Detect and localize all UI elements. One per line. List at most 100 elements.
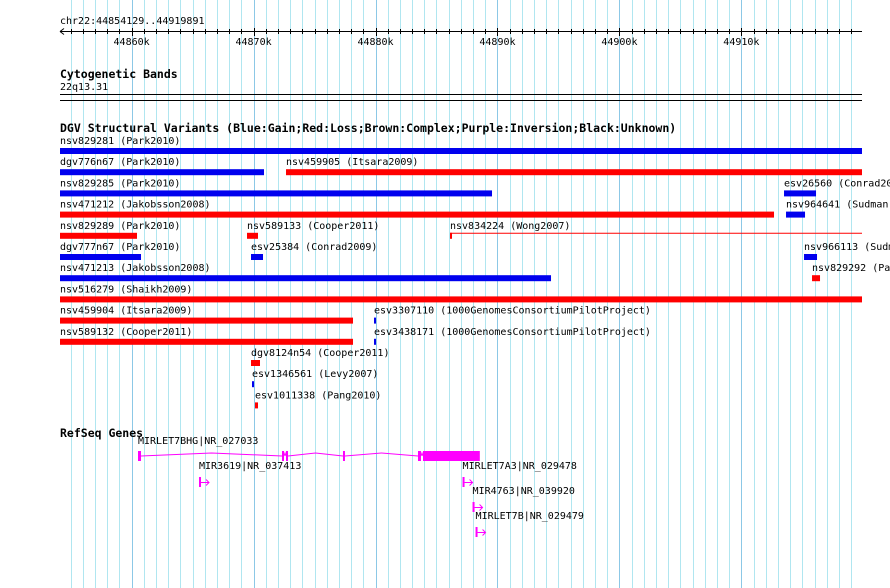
variant-bar	[804, 254, 818, 260]
gene-label: MIR3619|NR_037413	[199, 461, 301, 472]
variant-feature[interactable]: dgv777n67 (Park2010)	[60, 242, 180, 260]
variant-bar	[812, 275, 821, 282]
variant-feature[interactable]: esv3307110 (1000GenomesConsortiumPilotPr…	[374, 306, 651, 324]
track-title-dgv: DGV Structural Variants (Blue:Gain;Red:L…	[60, 121, 676, 135]
ruler-tick-label: 44910k	[723, 37, 759, 48]
variant-bar	[60, 211, 775, 218]
intron-line	[344, 452, 419, 457]
variant-label: nsv589133 (Cooper2011)	[247, 221, 379, 232]
gene-label: MIR4763|NR_039920	[473, 486, 575, 497]
gene-label: MIRLET7BHG|NR_027033	[138, 436, 258, 447]
variant-label: esv26560 (Conrad20	[784, 178, 890, 189]
variant-bar	[374, 338, 377, 345]
variant-feature[interactable]: nsv589132 (Cooper2011)	[60, 327, 354, 345]
variant-label: dgv777n67 (Park2010)	[60, 242, 180, 253]
variant-label: nsv459905 (Itsara2009)	[286, 157, 418, 168]
variant-bar	[60, 169, 265, 176]
gene-feature[interactable]: MIRLET7BHG|NR_027033	[138, 436, 480, 461]
gene-start-mark	[462, 477, 465, 487]
variant-feature[interactable]: dgv776n67 (Park2010)	[60, 157, 265, 176]
variant-feature[interactable]: nsv964641 (Sudman	[786, 200, 888, 218]
variant-feature[interactable]: esv26560 (Conrad20	[784, 178, 890, 197]
variant-bar	[60, 148, 862, 154]
variant-bar	[286, 169, 863, 176]
variant-label: nsv829285 (Park2010)	[60, 178, 180, 189]
variant-label: nsv471212 (Jakobsson2008)	[60, 200, 211, 211]
gene-feature[interactable]: MIRLET7B|NR_029479	[475, 511, 584, 537]
ruler-tick-label: 44870k	[235, 37, 271, 48]
variant-feature[interactable]: nsv966113 (Sudm	[804, 242, 890, 260]
exon-block	[342, 451, 345, 461]
variant-label: nsv516279 (Shaikh2009)	[60, 284, 192, 295]
variant-bar	[60, 317, 354, 324]
ruler-tick-label: 44900k	[601, 37, 637, 48]
variant-label: esv1346561 (Levy2007)	[252, 369, 378, 380]
strand-arrow-icon	[464, 479, 474, 486]
variant-label: nsv829281 (Park2010)	[60, 136, 180, 147]
variant-feature[interactable]: esv3438171 (1000GenomesConsortiumPilotPr…	[374, 327, 651, 345]
variant-bar	[60, 232, 138, 239]
variant-bar	[374, 317, 377, 324]
variant-bar	[251, 254, 264, 260]
gene-label: MIRLET7A3|NR_029478	[463, 461, 577, 472]
location-label: chr22:44854129..44919891	[60, 16, 205, 27]
intron-line	[283, 451, 287, 457]
variant-label: nsv829292 (Pa	[812, 263, 890, 274]
variant-bar	[252, 381, 255, 388]
refseq-genes-track: RefSeq Genes MIRLET7BHG|NR_027033 MIR3619…	[60, 426, 584, 537]
dgv-track: DGV Structural Variants (Blue:Gain;Red:L…	[60, 121, 890, 409]
variant-label: esv3307110 (1000GenomesConsortiumPilotPr…	[374, 306, 651, 317]
exon-block	[422, 451, 480, 461]
variant-label: nsv589132 (Cooper2011)	[60, 327, 192, 338]
variant-bar	[60, 296, 862, 303]
variant-label: esv1011338 (Pang2010)	[255, 390, 381, 401]
variant-bar	[255, 402, 259, 409]
exon-block	[286, 451, 289, 461]
ruler-tick-label: 44860k	[114, 37, 150, 48]
gene-start-mark	[199, 477, 202, 487]
variant-label: dgv776n67 (Park2010)	[60, 157, 180, 168]
variant-label: nsv471213 (Jakobsson2008)	[60, 263, 211, 274]
intron-line	[420, 451, 424, 457]
variant-bar	[786, 211, 806, 218]
exon-block	[282, 451, 285, 461]
gene-feature[interactable]: MIR4763|NR_039920	[472, 486, 575, 512]
strand-arrow-icon	[474, 504, 484, 511]
exon-block	[138, 451, 142, 461]
intron-line	[140, 452, 283, 457]
variant-feature[interactable]: nsv829285 (Park2010)	[60, 178, 493, 197]
gene-feature[interactable]: MIRLET7A3|NR_029478	[462, 461, 577, 487]
variant-bar	[60, 338, 354, 345]
gene-start-mark	[475, 527, 478, 537]
variant-label: dgv8124n54 (Cooper2011)	[251, 348, 389, 359]
variant-bar	[251, 360, 261, 366]
cytoband-label: 22q13.31	[60, 82, 108, 93]
variant-feature[interactable]: dgv8124n54 (Cooper2011)	[251, 348, 389, 366]
variant-bar	[60, 190, 493, 197]
ruler-tick-label: 44890k	[479, 37, 515, 48]
genome-browser-panel: chr22:44854129..44919891 44860k 44870k 448…	[59, 0, 890, 588]
variant-bar	[60, 254, 142, 260]
variant-feature[interactable]: nsv829289 (Park2010)	[60, 221, 180, 239]
variant-feature[interactable]: nsv471213 (Jakobsson2008)	[60, 263, 552, 282]
variant-label: nsv459904 (Itsara2009)	[60, 306, 192, 317]
variant-feature[interactable]: esv25384 (Conrad2009)	[251, 242, 377, 260]
variant-bar	[784, 190, 817, 197]
gene-feature[interactable]: MIR3619|NR_037413	[199, 461, 301, 487]
variant-feature[interactable]: nsv459904 (Itsara2009)	[60, 306, 354, 324]
ruler-tick-label: 44880k	[357, 37, 393, 48]
variant-label: nsv964641 (Sudman	[786, 200, 888, 211]
gene-start-mark	[472, 502, 475, 512]
track-title-cytobands: Cytogenetic Bands	[60, 67, 178, 81]
variant-feature[interactable]: nsv459905 (Itsara2009)	[286, 157, 863, 176]
variant-feature[interactable]: esv1011338 (Pang2010)	[255, 390, 381, 409]
variant-label: esv3438171 (1000GenomesConsortiumPilotPr…	[374, 327, 651, 338]
variant-bar	[60, 275, 552, 282]
variant-label: nsv829289 (Park2010)	[60, 221, 180, 232]
variant-label: nsv834224 (Wong2007)	[450, 221, 570, 232]
strand-arrow-icon	[477, 529, 487, 536]
track-title-refseq: RefSeq Genes	[60, 426, 143, 440]
variant-feature[interactable]: nsv471212 (Jakobsson2008)	[60, 200, 775, 218]
exon-block	[417, 451, 421, 461]
variant-label: esv25384 (Conrad2009)	[251, 242, 377, 253]
